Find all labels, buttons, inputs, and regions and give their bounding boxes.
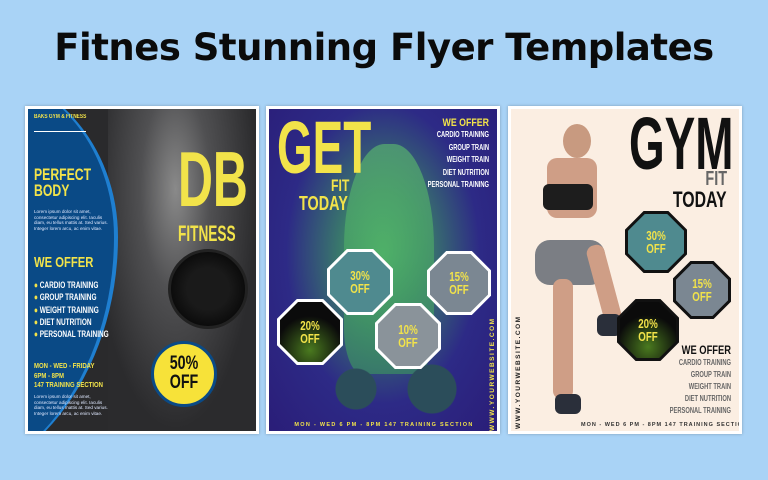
footer-schedule: MON - WED 6 PM - 8PM 147 TRAINING SECTIO…	[294, 422, 474, 428]
offer-item: ● WEIGHT TRAINING	[34, 304, 99, 315]
fit-label: FIT	[705, 168, 727, 190]
schedule: MON - WED - FRIDAY 6PM - 8PM 147 TRAINING …	[34, 361, 104, 389]
discount-30: 30% OFF	[625, 211, 687, 273]
description-2: Lorem ipsum dolor sit amet, consectetur …	[34, 394, 108, 416]
discount-15: 15% OFF	[427, 251, 491, 315]
offer-item: GROUP TRAIN	[690, 370, 731, 379]
headline: PERFECT BODY	[34, 165, 92, 200]
offer-block: WE OFFER CARDIO TRAINING GROUP TRAIN WEI…	[611, 343, 731, 417]
flyer-get-fit[interactable]: GET FIT TODAY WE OFFER CARDIO TRAINING G…	[266, 106, 500, 434]
offer-title: WE OFFER	[34, 254, 94, 271]
offer-item: ● GROUP TRAINING	[34, 292, 97, 303]
db-logo: DB	[178, 135, 248, 223]
discount-15: 15% OFF	[673, 261, 731, 319]
offer-item: ● DIET NUTRITION	[34, 316, 92, 327]
offer-list: ● CARDIO TRAINING ● GROUP TRAINING ● WEI…	[34, 279, 109, 340]
offer-item: WEIGHT TRAIN	[446, 155, 489, 164]
offer-item: ● PERSONAL TRAINING	[34, 329, 109, 340]
offer-item: ● CARDIO TRAINING	[34, 280, 99, 290]
offer-item: GROUP TRAIN	[448, 142, 489, 152]
website-url: WWW.YOURWEBSITE.COM	[515, 315, 522, 429]
get-headline: GET	[277, 106, 372, 189]
offer-block: WE OFFER CARDIO TRAINING GROUP TRAIN WEI…	[369, 117, 489, 192]
woman-photo	[525, 124, 624, 424]
offer-item: CARDIO TRAINING	[436, 130, 489, 139]
today-label: TODAY	[299, 193, 348, 215]
flyer-gym-fit[interactable]: GYM FIT TODAY 30% OFF 15% OFF 20% OFF WE OF…	[508, 106, 742, 434]
divider	[34, 131, 86, 132]
dumbbell-shape	[168, 249, 248, 329]
discount-badge: 50% OFF	[151, 341, 217, 407]
offer-item: DIET NUTRITION	[684, 394, 731, 403]
offer-item: WEIGHT TRAIN	[688, 382, 731, 391]
offer-item: PERSONAL TRAINING	[427, 180, 489, 189]
offer-item: PERSONAL TRAINING	[669, 406, 731, 415]
fit-label: FIT	[331, 176, 350, 195]
discount-20: 20% OFF	[277, 299, 343, 365]
offer-item: DIET NUTRITION	[442, 167, 489, 177]
offer-item: CARDIO TRAINING	[678, 358, 731, 367]
brand-name: BAKS GYM & FITNESS	[34, 114, 87, 120]
description: Lorem ipsum dolor sit amet, consectetur …	[34, 209, 108, 231]
flyer-db-fitness[interactable]: BAKS GYM & FITNESS PERFECT BODY Lorem ips…	[25, 106, 259, 434]
footer-schedule: MON - WED 6 PM - 8PM 147 TRAINING SECTIO…	[581, 422, 742, 428]
website-url: WWW.YOURWEBSITE.COM	[489, 317, 496, 431]
page-title: Fitnes Stunning Flyer Templates	[54, 26, 714, 69]
today-label: TODAY	[673, 187, 727, 212]
fitness-label: FITNESS	[178, 221, 236, 246]
